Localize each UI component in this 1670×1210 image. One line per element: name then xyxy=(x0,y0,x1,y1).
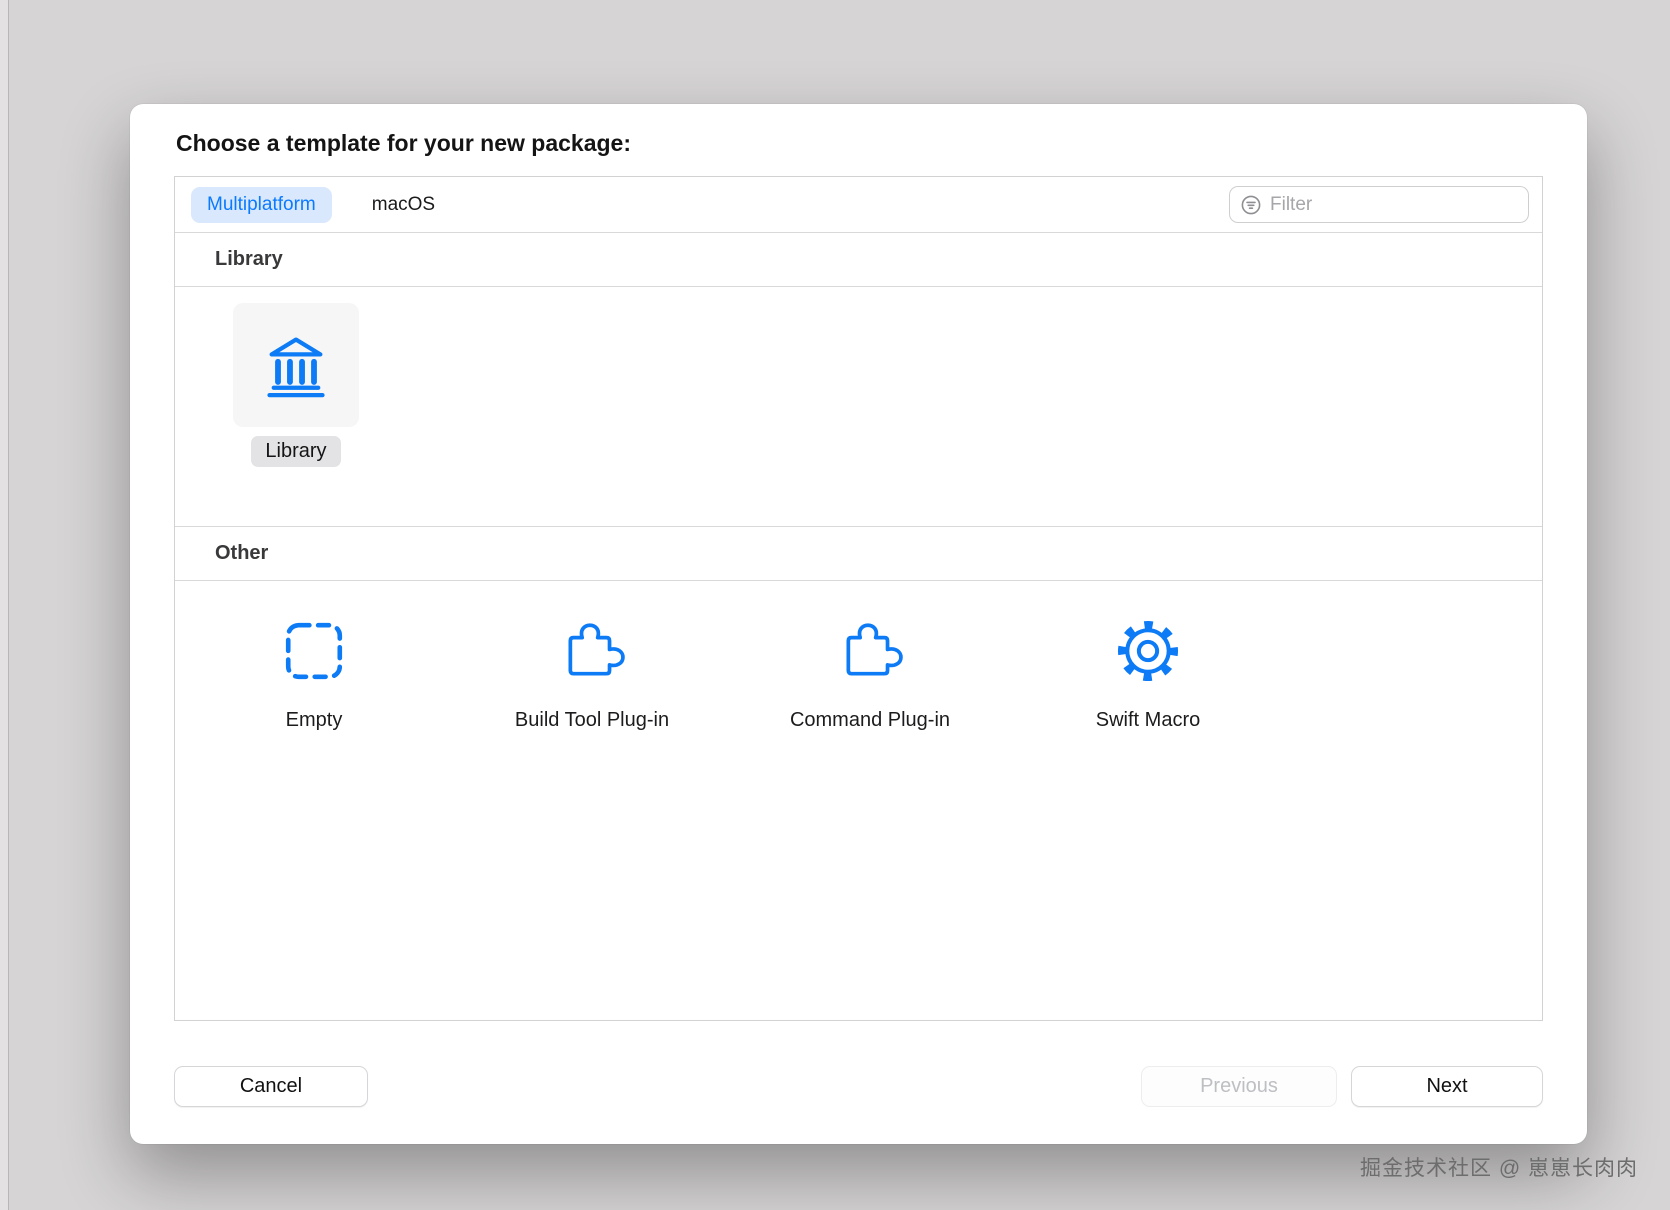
dialog-title: Choose a template for your new package: xyxy=(176,130,632,156)
tab-macos[interactable]: macOS xyxy=(372,194,435,216)
template-item-library[interactable]: Library xyxy=(233,303,359,467)
empty-dashed-square-icon xyxy=(281,617,347,685)
window-edge-divider xyxy=(0,0,9,1210)
template-chooser-panel: Multiplatform macOS Library xyxy=(174,176,1543,1021)
platform-tabbar: Multiplatform macOS xyxy=(175,177,1542,233)
puzzle-piece-icon xyxy=(835,617,905,685)
template-item-label: Build Tool Plug-in xyxy=(514,709,670,731)
template-item-swift-macro[interactable]: Swift Macro xyxy=(1009,617,1287,732)
previous-button[interactable]: Previous xyxy=(1141,1066,1337,1107)
template-item-empty[interactable]: Empty xyxy=(175,617,453,732)
library-item-label: Library xyxy=(251,436,341,467)
next-button[interactable]: Next xyxy=(1351,1066,1543,1107)
template-item-command-plugin[interactable]: Command Plug-in xyxy=(731,617,1009,732)
template-item-label: Command Plug-in xyxy=(789,709,951,731)
library-section-content: Library xyxy=(175,287,1542,527)
filter-input[interactable] xyxy=(1270,193,1518,216)
library-item-tile[interactable] xyxy=(233,303,359,427)
filter-icon xyxy=(1240,194,1262,216)
cancel-button[interactable]: Cancel xyxy=(174,1066,368,1107)
library-columns-icon xyxy=(260,329,332,401)
puzzle-piece-icon xyxy=(557,617,627,685)
gear-icon xyxy=(1114,617,1182,685)
section-header-library: Library xyxy=(175,233,1542,287)
section-header-other: Other xyxy=(175,527,1542,581)
template-item-build-tool-plugin[interactable]: Build Tool Plug-in xyxy=(453,617,731,732)
template-item-label: Empty xyxy=(285,709,343,731)
tab-multiplatform[interactable]: Multiplatform xyxy=(191,186,332,223)
template-item-label: Swift Macro xyxy=(1095,709,1201,731)
new-package-template-dialog: Choose a template for your new package: … xyxy=(130,104,1587,1144)
desktop-background: { "dialog": { "title": "Choose a templat… xyxy=(0,0,1670,1210)
watermark-text: 掘金技术社区 @ 崽崽长肉肉 xyxy=(1360,1157,1638,1180)
other-section-content: Empty Build Tool Plug-in Command Plug-in xyxy=(175,581,1542,1020)
filter-field[interactable] xyxy=(1229,186,1529,223)
